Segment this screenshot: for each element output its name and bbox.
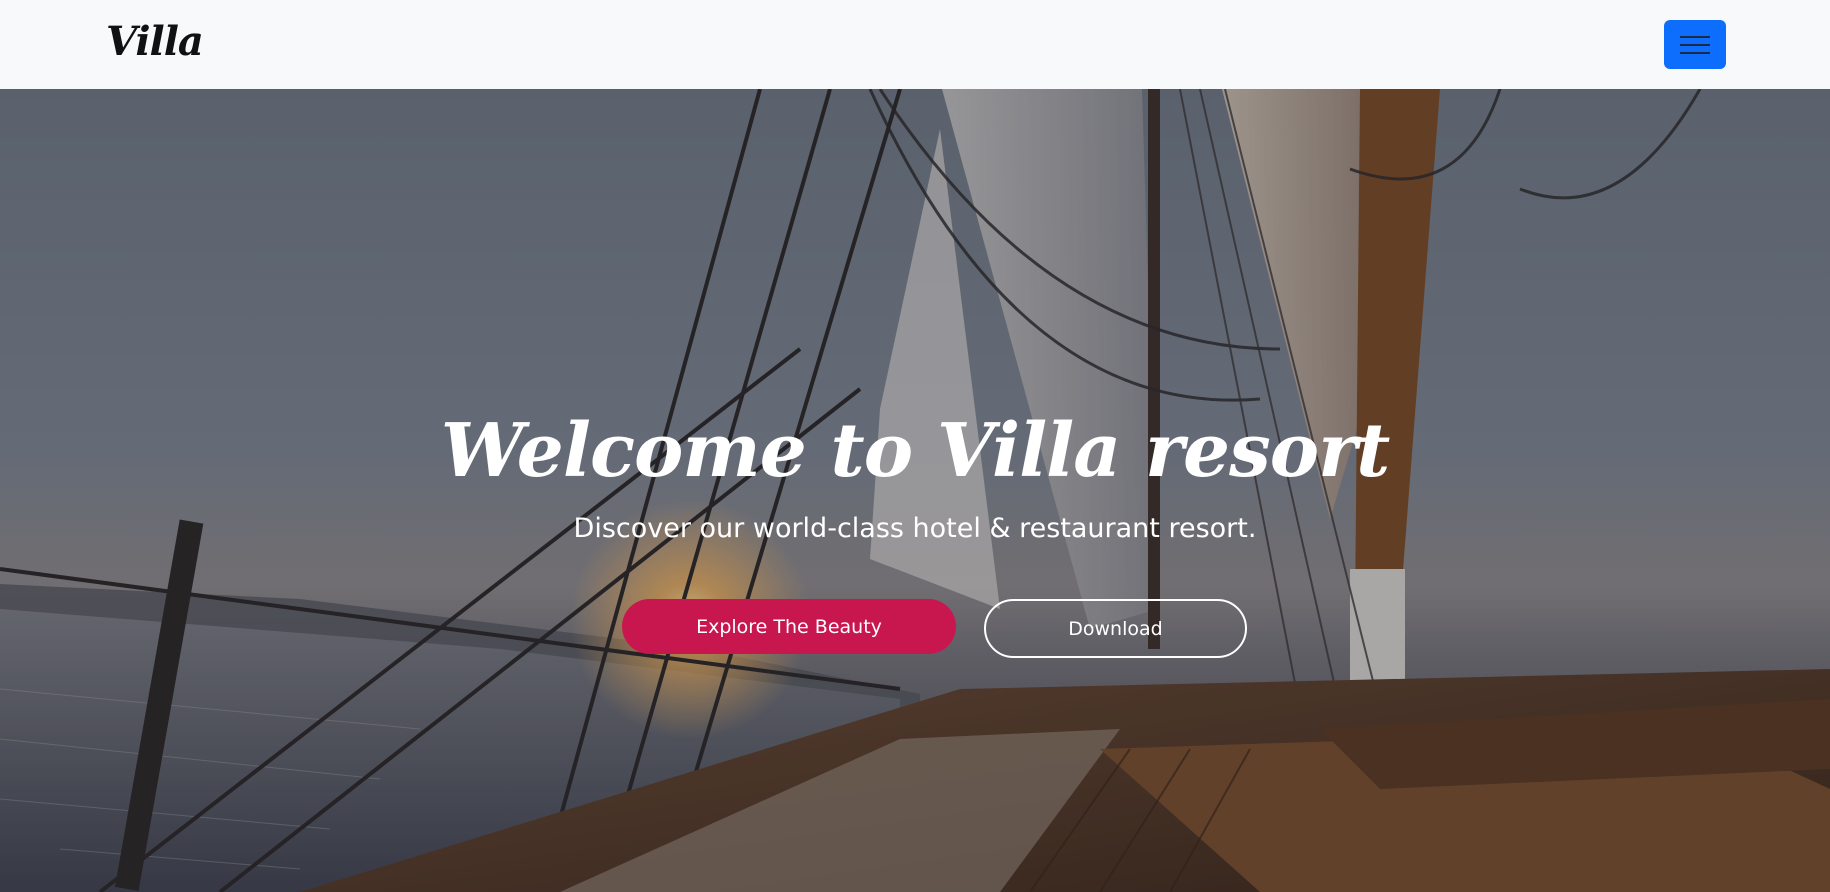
hero-section: Welcome to Villa resort Discover our wor…	[0, 89, 1830, 892]
hero-subtitle: Discover our world-class hotel & restaur…	[573, 513, 1257, 544]
hamburger-menu-icon	[1680, 35, 1710, 54]
menu-toggle-button[interactable]	[1664, 20, 1726, 69]
hero-title: Welcome to Villa resort	[440, 408, 1391, 494]
explore-the-beauty-button[interactable]: Explore The Beauty	[622, 599, 956, 654]
download-button[interactable]: Download	[984, 599, 1247, 658]
hero-content: Welcome to Villa resort Discover our wor…	[0, 89, 1830, 892]
brand-logo[interactable]: Villa	[106, 18, 204, 65]
navbar: Villa	[0, 0, 1830, 89]
